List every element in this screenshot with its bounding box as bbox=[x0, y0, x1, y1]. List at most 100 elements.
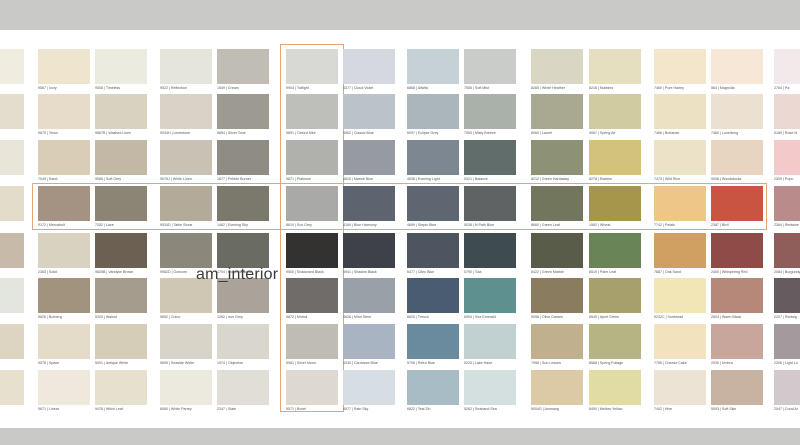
swatch-label: 8060 | White Parrey bbox=[160, 407, 192, 411]
swatch-label: 8278 | Raekim bbox=[589, 177, 613, 181]
swatch-label: 4977 | Rain Sky bbox=[343, 407, 369, 411]
color-swatch bbox=[160, 324, 212, 359]
color-swatch bbox=[0, 278, 24, 313]
color-swatch bbox=[589, 49, 641, 84]
color-swatch bbox=[160, 49, 212, 84]
color-swatch bbox=[286, 278, 338, 313]
color-swatch bbox=[407, 324, 459, 359]
color-swatch bbox=[774, 278, 800, 313]
color-swatch bbox=[343, 278, 395, 313]
color-swatch bbox=[774, 370, 800, 405]
color-swatch bbox=[217, 370, 269, 405]
swatch-label: 2387 | Bivil bbox=[711, 223, 729, 227]
color-swatch bbox=[711, 324, 763, 359]
color-swatch bbox=[38, 94, 90, 129]
swatch-label: 1262 | Iron Grey bbox=[217, 315, 243, 319]
color-swatch bbox=[343, 49, 395, 84]
swatch-label: 1974 | Objection bbox=[217, 361, 244, 365]
swatch-label: 5320 | Walnut bbox=[95, 315, 117, 319]
swatch-label: 9096 | Olive Garden bbox=[531, 315, 564, 319]
color-swatch bbox=[0, 94, 24, 129]
color-swatch bbox=[464, 186, 516, 221]
color-swatch bbox=[464, 233, 516, 268]
swatch-label: 9508 | Timeless bbox=[95, 86, 121, 90]
color-swatch bbox=[654, 186, 706, 221]
color-swatch bbox=[160, 233, 212, 268]
swatch-label: 7473 | Wild Rice bbox=[654, 177, 681, 181]
color-swatch bbox=[711, 140, 763, 175]
color-swatch bbox=[343, 140, 395, 175]
swatch-label: 7998 | Sun Leaves bbox=[531, 361, 561, 365]
swatch-label: 9085 | Soft Grey bbox=[95, 177, 122, 181]
swatch-label: 9891 | Oxford Mint bbox=[286, 131, 316, 135]
color-chart-sheet: ate9567 | Ivory9675 | Tenor7049 | Sand91… bbox=[0, 30, 800, 428]
color-swatch bbox=[654, 140, 706, 175]
color-swatch bbox=[217, 233, 269, 268]
swatch-label: 4638 | Evening Light bbox=[407, 177, 440, 181]
color-swatch bbox=[654, 324, 706, 359]
color-swatch bbox=[95, 140, 147, 175]
swatch-label: 6868 | Alfalfa bbox=[407, 86, 428, 90]
swatch-label: 6097 | Eclipse Grey bbox=[407, 131, 439, 135]
swatch-label: 4962 | Classic Blue bbox=[343, 131, 374, 135]
color-swatch bbox=[531, 233, 583, 268]
color-swatch bbox=[589, 324, 641, 359]
swatch-label: 9867B | Washed Linen bbox=[95, 131, 132, 135]
color-swatch bbox=[774, 233, 800, 268]
color-swatch bbox=[407, 94, 459, 129]
swatch-label: 1962 | Wheat bbox=[589, 223, 611, 227]
color-swatch bbox=[217, 94, 269, 129]
color-swatch bbox=[160, 370, 212, 405]
color-swatch bbox=[95, 94, 147, 129]
swatch-label: 2364 | Redwine bbox=[774, 223, 799, 227]
swatch-label: 2764 | Pa bbox=[774, 86, 790, 90]
bottom-bar bbox=[0, 428, 800, 445]
swatch-label: 8265 | White Heather bbox=[531, 86, 565, 90]
color-swatch bbox=[0, 370, 24, 405]
swatch-label: 8422 | Green Marble bbox=[531, 270, 564, 274]
swatch-label: 6994 | Sea Emerald bbox=[464, 315, 496, 319]
color-swatch bbox=[217, 324, 269, 359]
swatch-label: 9675 | Tenor bbox=[38, 131, 58, 135]
color-swatch bbox=[286, 94, 338, 129]
swatch-label: 8894 | Silver Tone bbox=[217, 131, 246, 135]
swatch-label: 4184 | Blue Harmony bbox=[343, 223, 377, 227]
color-swatch bbox=[286, 186, 338, 221]
swatch-label: 4626 | Mind Stem bbox=[343, 315, 372, 319]
color-swatch bbox=[531, 370, 583, 405]
swatch-label: 9034H | Limestone bbox=[160, 131, 191, 135]
swatch-label: 9567 | Ivory bbox=[38, 86, 57, 90]
swatch-label: 6477 | Citric Blue bbox=[407, 270, 435, 274]
color-swatch bbox=[38, 49, 90, 84]
color-swatch bbox=[589, 233, 641, 268]
swatch-label: 4330 | Cardozee Blue bbox=[343, 361, 378, 365]
swatch-label: 9904 | Twilight bbox=[286, 86, 309, 90]
color-swatch bbox=[711, 233, 763, 268]
swatch-label: 9067 | Spring Air bbox=[589, 131, 616, 135]
screenshot-frame: ate9567 | Ivory9675 | Tenor7049 | Sand91… bbox=[0, 0, 800, 445]
swatch-label: 8610 | Sov Grey bbox=[286, 223, 312, 227]
color-swatch bbox=[286, 324, 338, 359]
color-swatch bbox=[160, 186, 212, 221]
swatch-label: 2207 | Redwig bbox=[774, 315, 797, 319]
color-swatch bbox=[774, 49, 800, 84]
color-swatch bbox=[343, 370, 395, 405]
color-swatch bbox=[95, 324, 147, 359]
color-swatch bbox=[286, 370, 338, 405]
swatch-label: 7742 | Petals bbox=[654, 223, 675, 227]
swatch-label: 9652 | Chino bbox=[160, 315, 181, 319]
swatch-label: 2509 | Pupu bbox=[774, 177, 794, 181]
swatch-label: 9871 | Platinum bbox=[286, 177, 311, 181]
color-swatch bbox=[38, 370, 90, 405]
color-swatch bbox=[343, 186, 395, 221]
color-swatch bbox=[531, 140, 583, 175]
swatch-label: 7252 | Laze bbox=[95, 223, 114, 227]
color-swatch bbox=[464, 140, 516, 175]
swatch-label: 4377 | Cloud Violet bbox=[343, 86, 374, 90]
color-swatch bbox=[589, 370, 641, 405]
swatch-label: 6625 | Trench bbox=[407, 315, 429, 319]
color-swatch bbox=[217, 49, 269, 84]
swatch-label: 1549 | Cream bbox=[217, 86, 239, 90]
color-swatch bbox=[95, 233, 147, 268]
color-swatch bbox=[589, 278, 641, 313]
